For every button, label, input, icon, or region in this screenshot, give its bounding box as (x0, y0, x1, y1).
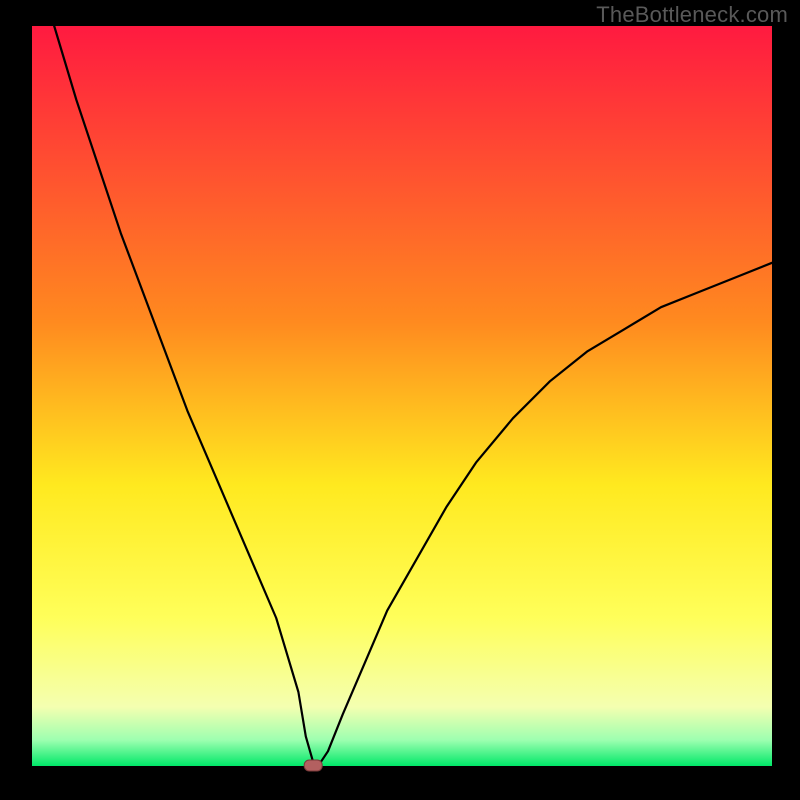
plot-background (32, 26, 772, 766)
chart-stage: TheBottleneck.com (0, 0, 800, 800)
watermark-text: TheBottleneck.com (596, 2, 788, 28)
bottleneck-chart (0, 0, 800, 800)
optimum-marker (304, 760, 322, 771)
